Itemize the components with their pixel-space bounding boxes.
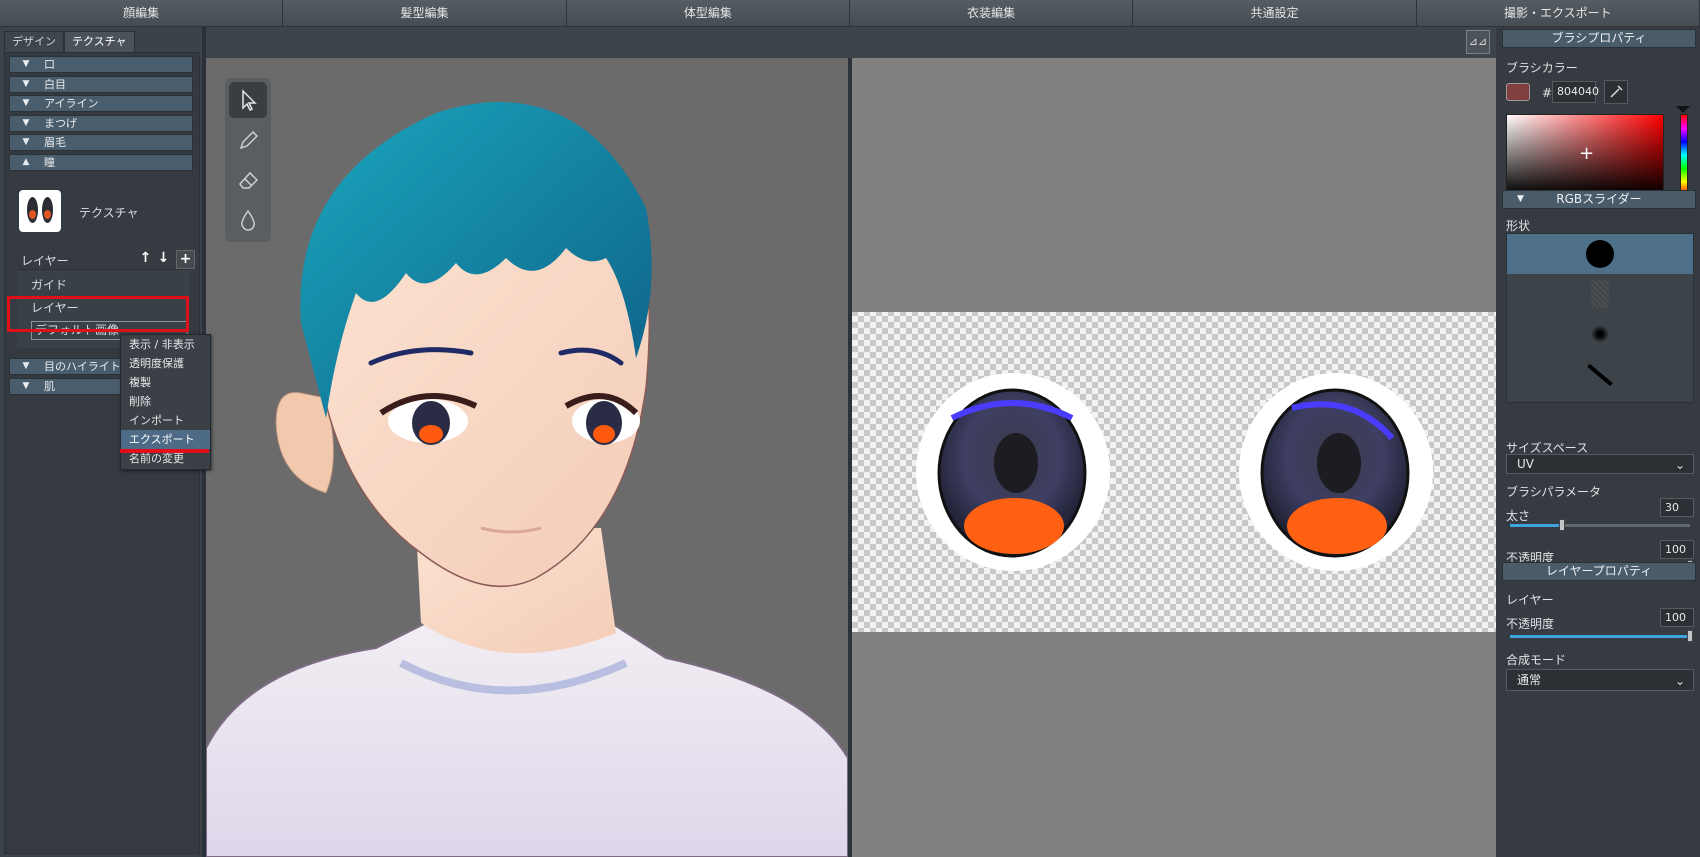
noise-brush-icon [1591, 280, 1609, 308]
section-eyelashes[interactable]: ▼ まつげ [9, 115, 193, 132]
menu-duplicate[interactable]: 複製 [121, 373, 210, 392]
menu-toggle-visibility[interactable]: 表示 / 非表示 [121, 335, 210, 354]
layer-opacity-label: 不透明度 [1506, 617, 1555, 631]
texture-label: テクスチャ [79, 206, 139, 220]
brush-params-label: ブラシパラメータ [1506, 485, 1602, 499]
blend-mode-label: 合成モード [1506, 653, 1567, 667]
saturation-value-picker[interactable]: + [1506, 114, 1664, 196]
tab-design[interactable]: デザイン [4, 31, 64, 52]
tab-texture[interactable]: テクスチャ [64, 31, 135, 52]
section-eye-white[interactable]: ▼ 白目 [9, 76, 193, 93]
line-brush-icon [1587, 363, 1613, 387]
thickness-slider-fill [1510, 524, 1563, 527]
blend-mode-dropdown[interactable]: 通常 ⌄ [1506, 669, 1694, 691]
thickness-label: 太さ [1506, 509, 1531, 523]
right-panel: ブラシプロパティ ブラシカラー # 804040 + ▼ RGBスライダー 形状… [1496, 27, 1700, 857]
select-tool[interactable] [229, 82, 267, 118]
top-menu-bar: 顔編集 髪型編集 体型編集 衣装編集 共通設定 撮影・エクスポート [0, 0, 1700, 27]
brush-shape-list [1506, 233, 1694, 403]
mirror-toggle-button[interactable]: ⊿⊿ [1466, 30, 1490, 54]
character-render [206, 102, 848, 857]
cursor-icon [242, 89, 257, 112]
layer-properties-header: レイヤープロパティ [1502, 562, 1696, 581]
3d-viewport[interactable] [206, 58, 848, 857]
pencil-icon [239, 130, 259, 150]
menu-delete[interactable]: 削除 [121, 392, 210, 411]
eye-thumb-right [42, 197, 53, 223]
layer-opacity-slider-fill [1510, 635, 1690, 638]
layer-opacity-slider[interactable] [1510, 630, 1693, 642]
tab-face-edit[interactable]: 顔編集 [0, 0, 284, 27]
tab-photo-export[interactable]: 撮影・エクスポート [1416, 0, 1700, 27]
chevron-down-icon: ▼ [1517, 194, 1524, 204]
layer-opacity-slider-knob[interactable] [1687, 630, 1693, 642]
pen-tool[interactable] [229, 122, 267, 158]
chevron-down-icon: ▼ [22, 381, 30, 391]
export-underline-annotation [120, 449, 209, 453]
thickness-slider-knob[interactable] [1559, 519, 1566, 531]
shape-hard-round[interactable] [1507, 234, 1693, 274]
shape-soft-round[interactable] [1507, 314, 1693, 354]
chevron-down-icon: ▼ [22, 98, 30, 108]
left-panel-tabs: デザイン テクスチャ [4, 31, 135, 52]
opacity-input[interactable]: 100 [1660, 540, 1694, 559]
add-layer-button[interactable]: + [176, 250, 195, 269]
section-pupil[interactable]: ▲ 瞳 [9, 154, 193, 171]
texture-thumbnail[interactable] [19, 190, 61, 232]
thickness-slider[interactable] [1510, 519, 1690, 531]
rgb-slider-toggle[interactable]: ▼ RGBスライダー [1502, 190, 1696, 209]
hue-marker-icon [1676, 106, 1690, 113]
texture-canvas [852, 312, 1496, 632]
highlight-annotation-box [7, 296, 189, 332]
brush-color-swatch[interactable] [1506, 83, 1530, 101]
chevron-down-icon: ▼ [22, 137, 30, 147]
chevron-down-icon: ⌄ [1674, 458, 1685, 472]
tab-hair-edit[interactable]: 髪型編集 [283, 0, 567, 27]
hex-color-input[interactable]: 804040 [1552, 81, 1599, 103]
shape-noise[interactable] [1507, 274, 1693, 314]
chevron-down-icon: ⌄ [1674, 674, 1685, 688]
thickness-input[interactable]: 30 [1660, 498, 1694, 517]
layer-guide[interactable]: ガイド [31, 276, 67, 293]
section-eyeline[interactable]: ▼ アイライン [9, 95, 193, 112]
brush-color-label: ブラシカラー [1506, 61, 1578, 75]
soft-brush-icon [1591, 325, 1609, 343]
menu-import[interactable]: インポート [121, 411, 210, 430]
eyedropper-icon [1610, 85, 1623, 98]
menu-lock-transparency[interactable]: 透明度保護 [121, 354, 210, 373]
chevron-down-icon: ▼ [22, 79, 30, 89]
layer-header: レイヤー [21, 254, 69, 268]
eraser-icon [239, 171, 259, 189]
eraser-tool[interactable] [229, 162, 267, 198]
picker-crosshair-icon: + [1579, 143, 1595, 164]
chevron-down-icon: ▼ [22, 118, 30, 128]
drop-icon [241, 209, 255, 231]
hard-brush-icon [1586, 240, 1614, 268]
hash-label: # [1542, 86, 1553, 100]
layer-down-button[interactable]: ↓ [155, 250, 172, 267]
section-mouth[interactable]: ▼ 口 [9, 56, 193, 73]
brush-properties-header: ブラシプロパティ [1502, 29, 1696, 48]
tab-outfit-edit[interactable]: 衣装編集 [849, 0, 1134, 27]
size-space-dropdown[interactable]: UV ⌄ [1506, 454, 1694, 474]
hue-slider[interactable] [1680, 114, 1688, 196]
eyedropper-button[interactable] [1604, 80, 1628, 104]
viewport-toolbar [206, 27, 1496, 58]
layer-up-button[interactable]: ↑ [137, 250, 154, 267]
shape-label: 形状 [1506, 219, 1531, 233]
layer-opacity-input[interactable]: 100 [1660, 608, 1694, 627]
tab-body-edit[interactable]: 体型編集 [566, 0, 850, 27]
layer-label: レイヤー [1506, 593, 1554, 607]
tab-common-settings[interactable]: 共通設定 [1133, 0, 1417, 27]
uv-texture-viewport[interactable] [852, 58, 1496, 857]
chevron-down-icon: ▼ [22, 361, 30, 371]
eye-thumb-left [27, 197, 38, 223]
menu-export[interactable]: エクスポート [121, 430, 210, 449]
chevron-down-icon: ▼ [22, 59, 30, 69]
shape-line[interactable] [1507, 354, 1693, 394]
tool-palette [225, 78, 271, 242]
section-eyebrows[interactable]: ▼ 眉毛 [9, 134, 193, 151]
chevron-up-icon: ▲ [22, 157, 30, 167]
fill-tool[interactable] [229, 202, 267, 238]
